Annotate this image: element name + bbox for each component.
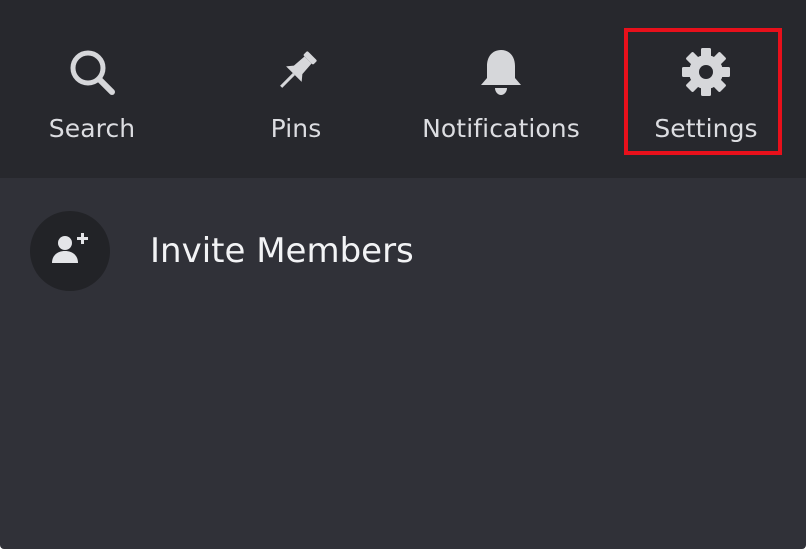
invite-avatar — [30, 211, 110, 291]
pins-button[interactable]: Pins — [236, 0, 356, 178]
pins-label: Pins — [270, 114, 322, 143]
invite-members-label: Invite Members — [150, 231, 414, 271]
add-user-icon — [50, 231, 90, 271]
settings-button[interactable]: Settings — [628, 0, 784, 178]
gear-icon — [678, 44, 734, 100]
settings-label: Settings — [654, 114, 758, 143]
pin-icon — [268, 44, 324, 100]
search-button[interactable]: Search — [30, 0, 154, 178]
channel-toolbar: Search Pins Notifications Settings — [0, 0, 806, 178]
notifications-label: Notifications — [422, 114, 580, 143]
search-label: Search — [48, 114, 136, 143]
channel-panel: Search Pins Notifications Settings Invit… — [0, 0, 806, 549]
screenshot-frame: Search Pins Notifications Settings Invit… — [0, 0, 806, 553]
bell-icon — [473, 44, 529, 100]
notifications-button[interactable]: Notifications — [412, 0, 590, 178]
invite-members-button[interactable]: Invite Members — [30, 210, 770, 292]
search-icon — [64, 44, 120, 100]
